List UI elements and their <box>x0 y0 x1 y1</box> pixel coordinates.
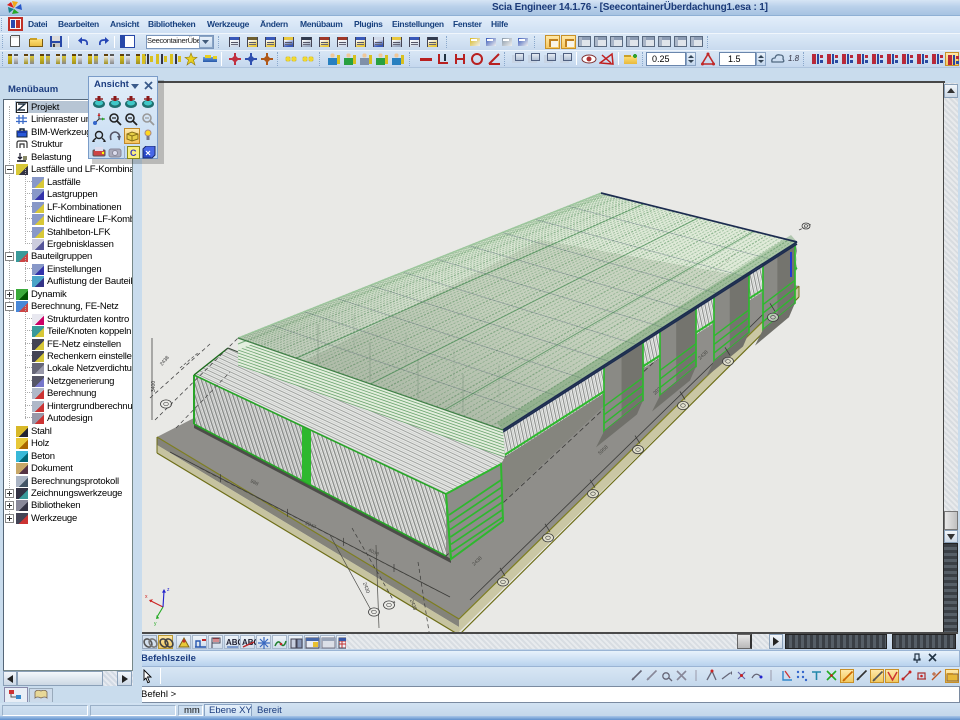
svg-text:C: C <box>130 148 137 158</box>
svg-text:3400: 3400 <box>151 381 157 392</box>
svg-text:ABC: ABC <box>226 638 240 647</box>
